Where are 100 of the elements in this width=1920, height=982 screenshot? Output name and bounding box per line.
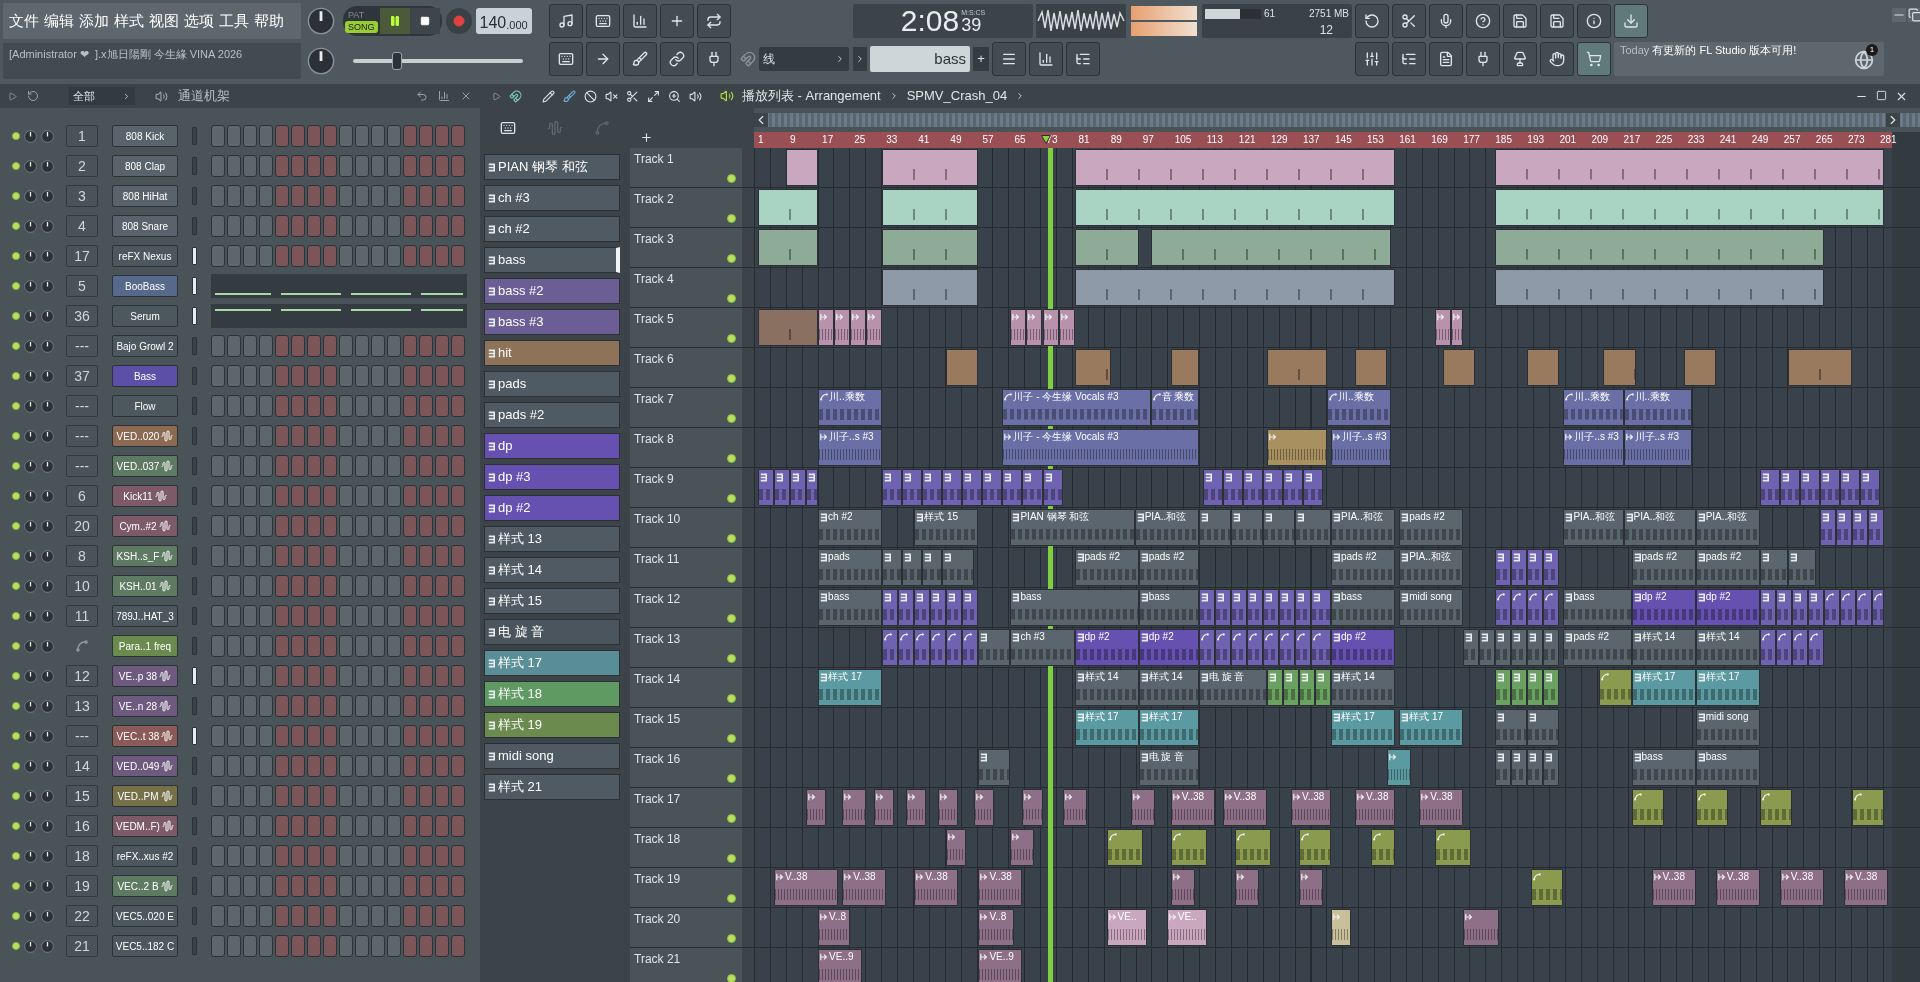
tempo-display[interactable]: 140.000 bbox=[475, 8, 532, 34]
channel-button[interactable]: 808 Snare bbox=[112, 215, 178, 237]
mixer-track-number[interactable]: --- bbox=[66, 335, 98, 357]
mixer-track-number[interactable]: 21 bbox=[66, 935, 98, 957]
mode-toggle[interactable]: PAT bbox=[345, 9, 378, 21]
pattern-item[interactable]: dp #2 bbox=[484, 495, 620, 521]
pattern-selector[interactable]: bass bbox=[870, 46, 970, 72]
mixer-track-number[interactable]: 13 bbox=[66, 695, 98, 717]
pattern-clip[interactable]: pads #2 bbox=[1074, 549, 1139, 586]
pattern-item[interactable]: bass #2 bbox=[484, 278, 620, 304]
track-header[interactable]: Track 13 bbox=[630, 628, 742, 667]
channel-button[interactable]: VED..PM bbox=[112, 785, 178, 807]
audio-clip[interactable]: V..38 bbox=[774, 869, 839, 906]
mixer-track-number[interactable]: --- bbox=[66, 425, 98, 447]
pattern-clip[interactable]: 样式 15 bbox=[914, 509, 979, 546]
channel-button[interactable]: Cym..#2 bbox=[112, 515, 178, 537]
automation-clip[interactable]: 川..乘数 bbox=[818, 389, 883, 426]
track-header[interactable]: Track 7 bbox=[630, 388, 742, 427]
menu-item[interactable]: 编辑 bbox=[44, 9, 74, 33]
channel-button[interactable]: BooBass bbox=[112, 275, 178, 297]
track-lane[interactable]: V..38 V..38 V..38 V..38 V..38 bbox=[754, 788, 1892, 827]
track-header[interactable]: Track 15 bbox=[630, 708, 742, 747]
channel-button[interactable]: Flow bbox=[112, 395, 178, 417]
pattern-item[interactable]: 样式 19 bbox=[484, 712, 620, 738]
channel-button[interactable]: VEC5..020 E bbox=[112, 905, 178, 927]
track-lane[interactable]: ch #2 样式 15 PIAN 钢琴 和弦 PIA..和弦 PIA..和弦 pads #2 PIA..和弦 PIA..和弦 PIA..和弦 bbox=[754, 508, 1892, 547]
channel-button[interactable]: Para..1 freq bbox=[112, 635, 178, 657]
mixer-track-number[interactable]: 19 bbox=[66, 875, 98, 897]
pattern-clip[interactable]: pads #2 bbox=[1695, 549, 1760, 586]
channel-button[interactable]: Bajo Growl 2 bbox=[112, 335, 178, 357]
channel-button[interactable]: VE..p 38 bbox=[112, 665, 178, 687]
track-lane[interactable]: VE..9 VE..9 bbox=[754, 948, 1892, 982]
pattern-clip[interactable]: dp #2 bbox=[1138, 629, 1199, 666]
pattern-item[interactable]: PIAN 钢琴 和弦 bbox=[484, 154, 620, 180]
channel-button[interactable]: reFX..xus #2 bbox=[112, 845, 178, 867]
pattern-item[interactable]: 样式 14 bbox=[484, 557, 620, 583]
channel-button[interactable]: Bass bbox=[112, 365, 178, 387]
audio-clip[interactable]: 川子 - 今生缘 Vocals #3 bbox=[1002, 429, 1199, 466]
audio-clip[interactable]: 川子..s #3 bbox=[1623, 429, 1692, 466]
pattern-clip[interactable]: 电 旋 音 bbox=[1198, 669, 1267, 706]
automation-clip[interactable]: 川..乘数 bbox=[1327, 389, 1392, 426]
filter-dropdown[interactable]: 全部 bbox=[69, 87, 135, 105]
pattern-clip[interactable]: PIA..和弦 bbox=[1563, 509, 1624, 546]
track-header[interactable]: Track 8 bbox=[630, 428, 742, 467]
audio-clip[interactable]: 川子..s #3 bbox=[1331, 429, 1392, 466]
pattern-clip[interactable]: 样式 17 bbox=[818, 669, 883, 706]
pattern-clip[interactable]: 样式 14 bbox=[1074, 669, 1139, 706]
mixer-track-number[interactable]: --- bbox=[66, 725, 98, 747]
track-header[interactable]: Track 20 bbox=[630, 908, 742, 947]
pattern-clip[interactable]: dp #2 bbox=[1074, 629, 1139, 666]
pattern-clip[interactable]: pads #2 bbox=[1399, 509, 1464, 546]
pattern-item[interactable]: 样式 13 bbox=[484, 526, 620, 552]
menu-item[interactable]: 文件 bbox=[9, 9, 39, 33]
pattern-clip[interactable]: pads #2 bbox=[1331, 549, 1396, 586]
channel-button[interactable]: 808 Clap bbox=[112, 155, 178, 177]
audio-clip[interactable]: 川子..s #3 bbox=[1563, 429, 1624, 466]
mixer-track-number[interactable]: 22 bbox=[66, 905, 98, 927]
pattern-item[interactable]: hit bbox=[484, 340, 620, 366]
audio-clip[interactable]: V..8 bbox=[978, 909, 1015, 946]
pattern-clip[interactable]: ch #2 bbox=[818, 509, 883, 546]
pattern-clip[interactable]: 样式 17 bbox=[1695, 669, 1760, 706]
pattern-clip[interactable]: 样式 14 bbox=[1631, 629, 1696, 666]
audio-clip[interactable]: V..38 bbox=[1651, 869, 1696, 906]
pattern-item[interactable]: pads bbox=[484, 371, 620, 397]
track-header[interactable]: Track 10 bbox=[630, 508, 742, 547]
arrangement-name[interactable]: SPMV_Crash_04 bbox=[906, 86, 1008, 106]
pattern-item[interactable]: bass #3 bbox=[484, 309, 620, 335]
audio-clip[interactable]: V..38 bbox=[842, 869, 887, 906]
channel-button[interactable]: KSH..s_F bbox=[112, 545, 178, 567]
pattern-clip[interactable]: pads #2 bbox=[1563, 629, 1632, 666]
track-lane[interactable]: 样式 17 样式 14 样式 14 电 旋 音 样式 14 样式 17 样式 17 bbox=[754, 668, 1892, 707]
track-lane[interactable]: 川..乘数 川子 - 今生缘 Vocals #3 音 乘数 川..乘数 川..乘数 川..乘数 bbox=[754, 388, 1892, 427]
channel-button[interactable]: KSH..01 bbox=[112, 575, 178, 597]
mixer-track-number[interactable]: 20 bbox=[66, 515, 98, 537]
track-header[interactable]: Track 1 bbox=[630, 148, 742, 187]
audio-clip[interactable]: 川子..s #3 bbox=[818, 429, 883, 466]
track-header[interactable]: Track 14 bbox=[630, 668, 742, 707]
pattern-item[interactable]: dp #3 bbox=[484, 464, 620, 490]
pattern-clip[interactable]: pads #2 bbox=[1631, 549, 1696, 586]
mixer-track-number[interactable]: 17 bbox=[66, 245, 98, 267]
audio-clip[interactable]: V..38 bbox=[978, 869, 1023, 906]
mixer-track-number[interactable]: 8 bbox=[66, 545, 98, 567]
pattern-clip[interactable]: pads bbox=[818, 549, 883, 586]
pattern-item[interactable]: ch #2 bbox=[484, 216, 620, 242]
pattern-clip[interactable]: 样式 14 bbox=[1138, 669, 1199, 706]
pattern-clip[interactable]: bass bbox=[1631, 749, 1696, 786]
channel-button[interactable]: VEC5..182 C bbox=[112, 935, 178, 957]
automation-clip[interactable]: 川..乘数 bbox=[1563, 389, 1624, 426]
automation-clip[interactable]: 音 乘数 bbox=[1150, 389, 1199, 426]
channel-button[interactable]: reFX Nexus bbox=[112, 245, 178, 267]
menu-item[interactable]: 工具 bbox=[219, 9, 249, 33]
mixer-track-number[interactable]: --- bbox=[66, 395, 98, 417]
pattern-clip[interactable]: pads #2 bbox=[1138, 549, 1199, 586]
mixer-track-number[interactable]: 36 bbox=[66, 305, 98, 327]
mixer-track-number[interactable]: 3 bbox=[66, 185, 98, 207]
mode-toggle[interactable]: SONG bbox=[345, 21, 378, 33]
pattern-clip[interactable]: ch #3 bbox=[1010, 629, 1075, 666]
pattern-item[interactable]: midi song bbox=[484, 743, 620, 769]
track-header[interactable]: Track 19 bbox=[630, 868, 742, 907]
channel-button[interactable]: VED..049 bbox=[112, 755, 178, 777]
